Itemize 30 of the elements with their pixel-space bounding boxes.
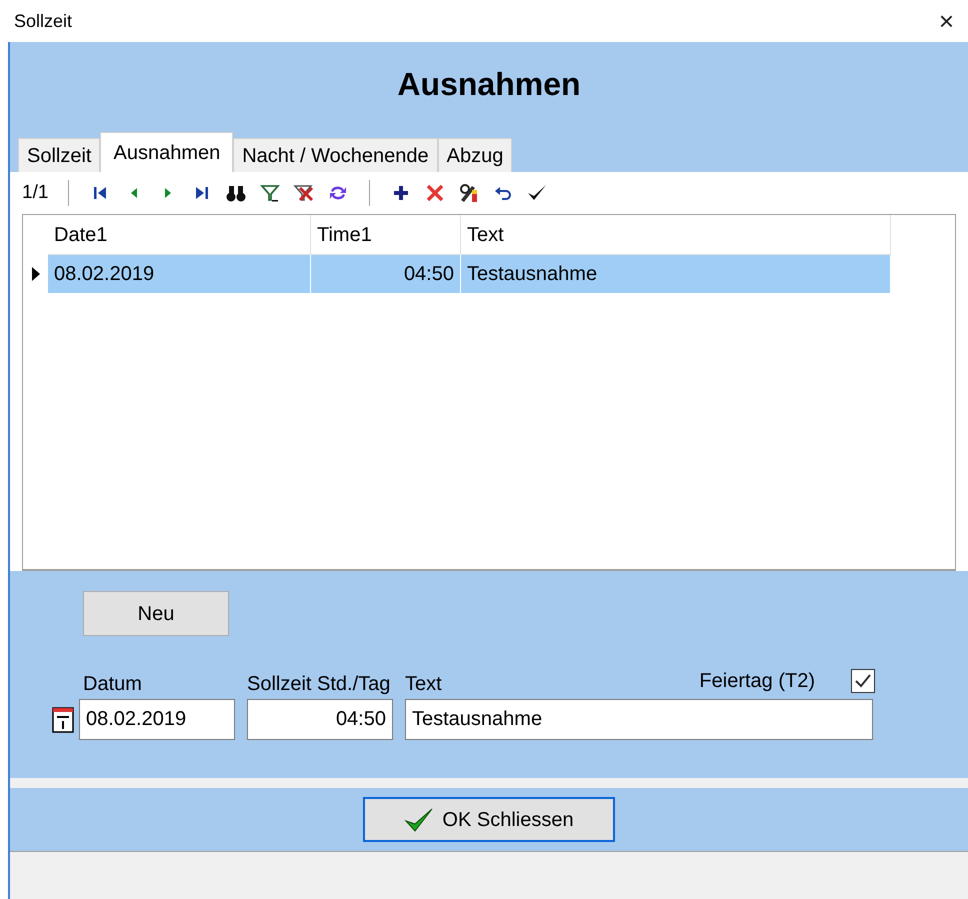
table-cell: 04:50	[311, 255, 461, 293]
text-field[interactable]: 04:50	[247, 699, 393, 740]
text-field[interactable]: Testausnahme	[405, 699, 873, 740]
table-cell: Testausnahme	[461, 255, 891, 293]
calendar-icon[interactable]	[51, 706, 77, 734]
tab[interactable]: Abzug	[438, 138, 512, 172]
header-title: Ausnahmen	[397, 64, 581, 104]
holiday-label: Feiertag (T2)	[699, 669, 815, 694]
checkmark-icon	[854, 673, 872, 689]
table-cell: 08.02.2019	[48, 255, 311, 293]
tab[interactable]: Ausnahmen	[100, 132, 234, 172]
row-pointer-icon	[30, 266, 40, 282]
column-header[interactable]: Text	[461, 215, 891, 255]
close-button[interactable]: ×	[934, 8, 958, 34]
field-label: Text	[405, 672, 442, 697]
filter-icon[interactable]	[259, 182, 282, 204]
tab[interactable]: Sollzeit	[18, 138, 100, 172]
holiday-checkbox[interactable]	[851, 669, 875, 693]
ok-button[interactable]: OK Schliessen	[363, 797, 615, 842]
new-button[interactable]: Neu	[83, 591, 229, 636]
tab[interactable]: Nacht / Wochenende	[233, 138, 438, 172]
grid-row[interactable]: 08.02.2019 04:50 Testausnahme	[23, 255, 955, 293]
record-counter: 1/1	[22, 180, 48, 205]
field-label: Sollzeit Std./Tag	[247, 672, 390, 697]
column-header[interactable]: Time1	[311, 215, 461, 255]
window-title: Sollzeit	[14, 10, 72, 32]
text-field[interactable]: 08.02.2019	[79, 699, 235, 740]
checkmark-icon	[404, 806, 434, 832]
field-label: Datum	[83, 672, 142, 697]
column-header[interactable]: Date1	[48, 215, 311, 255]
